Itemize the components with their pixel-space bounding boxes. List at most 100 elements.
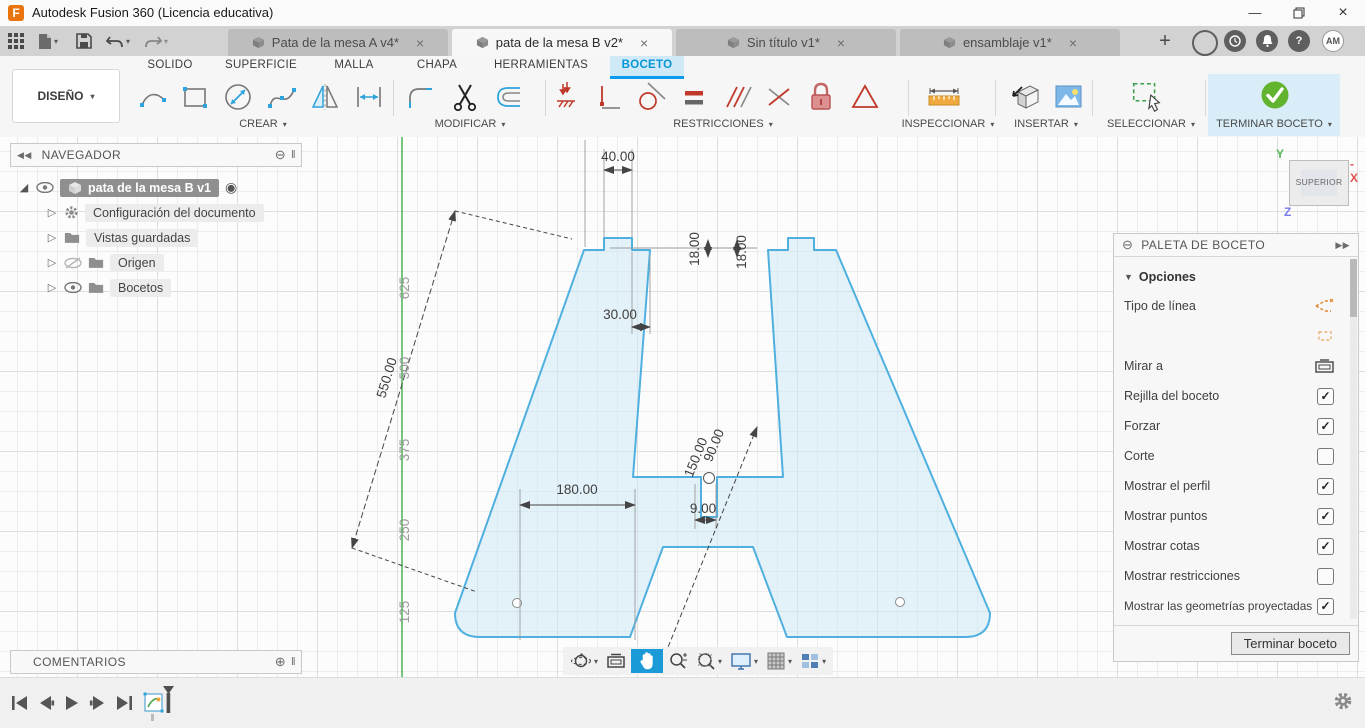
redo-button[interactable]: ▾	[144, 31, 168, 51]
clock-icon[interactable]	[1224, 30, 1246, 52]
group-label-terminar-boceto[interactable]: TERMINAR BOCETO ▾	[1208, 118, 1340, 134]
tab-close-icon[interactable]: ×	[416, 35, 424, 51]
job-status-icon[interactable]	[1192, 30, 1218, 56]
grid-settings-button[interactable]: ▾	[763, 649, 795, 673]
view-cube-face-label[interactable]: SUPERIOR	[1290, 177, 1348, 187]
sketch-point[interactable]	[703, 472, 715, 484]
finish-sketch-button[interactable]: Terminar boceto	[1230, 632, 1350, 655]
palette-scrollbar[interactable]	[1350, 259, 1357, 619]
visibility-eye-icon[interactable]	[64, 282, 82, 293]
document-tab-3[interactable]: Sin título v1* ×	[676, 29, 896, 56]
sketch-dimension-tool-icon[interactable]	[350, 78, 388, 116]
symmetry-constraint-icon[interactable]	[846, 78, 884, 116]
timeline-step-forward-button[interactable]	[86, 691, 110, 715]
display-settings-button[interactable]: ▾	[727, 649, 761, 673]
collapse-panel-icon[interactable]: ▶▶	[1335, 240, 1350, 251]
document-tab-1[interactable]: Pata de la mesa A v4* ×	[228, 29, 448, 56]
fix-constraint-icon[interactable]	[548, 78, 586, 116]
navigator-item-configuracion[interactable]: ▷ Configuración del documento	[10, 200, 302, 225]
geometrias-proyectadas-checkbox[interactable]: ✓	[1317, 597, 1334, 615]
rejilla-checkbox[interactable]: ✓	[1317, 387, 1334, 405]
workspace-selector-design[interactable]: DISEÑO ▾	[12, 69, 120, 123]
tab-close-icon[interactable]: ×	[1069, 35, 1077, 51]
equal-constraint-icon[interactable]	[675, 78, 713, 116]
ribbon-tab-malla[interactable]: MALLA	[314, 56, 394, 76]
mostrar-puntos-checkbox[interactable]: ✓	[1317, 507, 1334, 525]
help-icon[interactable]: ?	[1288, 30, 1310, 52]
visibility-eye-icon[interactable]	[36, 182, 54, 193]
panel-grip-icon[interactable]: ‖	[291, 149, 296, 161]
parallel-constraint-icon[interactable]	[717, 78, 755, 116]
expander-icon[interactable]: ▷	[46, 256, 58, 269]
new-tab-button[interactable]: +	[1152, 30, 1178, 54]
navigator-item-bocetos[interactable]: ▷ Bocetos	[10, 275, 302, 300]
activate-radio-icon[interactable]: ◉	[225, 179, 237, 196]
palette-section-opciones[interactable]: ▼ Opciones	[1124, 263, 1348, 291]
document-node[interactable]: pata de la mesa B v1	[60, 178, 219, 197]
modeling-canvas[interactable]: 40.00 18.00 18.00 30.00 550.00 180.00 15…	[0, 137, 1365, 677]
construction-shape-icon[interactable]	[1316, 328, 1334, 344]
app-grid-icon[interactable]	[8, 31, 25, 51]
look-at-icon[interactable]	[1315, 358, 1334, 374]
view-cube[interactable]: SUPERIOR Y -X Z	[1276, 147, 1358, 219]
corte-checkbox[interactable]	[1317, 447, 1334, 465]
circle-tool-icon[interactable]	[219, 78, 257, 116]
minimize-button[interactable]: —	[1233, 0, 1277, 26]
mostrar-cotas-checkbox[interactable]: ✓	[1317, 537, 1334, 555]
perpendicular-constraint-icon[interactable]	[760, 78, 798, 116]
navigator-root-row[interactable]: ◢ pata de la mesa B v1 ◉	[10, 175, 302, 200]
timeline-skip-start-button[interactable]	[8, 691, 32, 715]
notifications-bell-icon[interactable]	[1256, 30, 1278, 52]
navigator-item-origen[interactable]: ▷ Origen	[10, 250, 302, 275]
remove-panel-icon[interactable]: ⊖	[1122, 237, 1133, 253]
add-comment-icon[interactable]: ⊕	[275, 654, 286, 670]
root-expander-icon[interactable]: ◢	[18, 181, 30, 194]
mostrar-perfil-checkbox[interactable]: ✓	[1317, 477, 1334, 495]
canvas-image-icon[interactable]	[1049, 78, 1087, 116]
navigator-item-vistas[interactable]: ▷ Vistas guardadas	[10, 225, 302, 250]
scrollbar-thumb[interactable]	[1350, 259, 1357, 317]
timeline-play-button[interactable]	[60, 691, 84, 715]
ribbon-tab-solido[interactable]: SOLIDO	[132, 56, 208, 76]
linetype-icon[interactable]	[1314, 298, 1334, 314]
collapse-panel-icon[interactable]: ◀◀	[17, 150, 32, 161]
trim-tool-icon[interactable]	[446, 78, 484, 116]
offset-tool-icon[interactable]	[490, 78, 528, 116]
mirror-tool-icon[interactable]	[306, 78, 344, 116]
visibility-off-eye-icon[interactable]	[64, 256, 82, 269]
measure-tool-icon[interactable]	[925, 78, 963, 116]
timeline-sketch-feature[interactable]	[143, 684, 177, 725]
timeline-settings-gear-icon[interactable]	[1333, 691, 1353, 714]
group-label-seleccionar[interactable]: SELECCIONAR ▾	[1097, 118, 1205, 134]
remove-panel-icon[interactable]: ⊖	[275, 147, 286, 163]
tab-close-icon[interactable]: ×	[837, 35, 845, 51]
ribbon-tab-chapa[interactable]: CHAPA	[398, 56, 476, 76]
tangent-constraint-icon[interactable]	[632, 78, 670, 116]
undo-button[interactable]: ▾	[106, 31, 130, 51]
look-at-button[interactable]	[603, 649, 629, 673]
mostrar-restricciones-checkbox[interactable]	[1317, 567, 1334, 585]
line-tool-icon[interactable]	[134, 78, 172, 116]
horizontal-vertical-constraint-icon[interactable]	[590, 78, 628, 116]
expander-icon[interactable]: ▷	[46, 281, 58, 294]
save-button[interactable]	[76, 31, 92, 51]
select-marquee-icon[interactable]	[1128, 78, 1166, 116]
fillet-tool-icon[interactable]	[402, 78, 440, 116]
pan-button[interactable]	[631, 649, 664, 673]
ribbon-tab-herramientas[interactable]: HERRAMIENTAS	[480, 56, 602, 76]
palette-header[interactable]: ⊖ PALETA DE BOCETO ▶▶	[1114, 234, 1358, 257]
expander-icon[interactable]: ▷	[46, 231, 58, 244]
viewports-button[interactable]: ▾	[797, 649, 829, 673]
zoom-button[interactable]	[665, 649, 691, 673]
group-label-insertar[interactable]: INSERTAR ▾	[1000, 118, 1092, 134]
close-button[interactable]: ×	[1321, 0, 1365, 26]
finish-sketch-group[interactable]: TERMINAR BOCETO ▾	[1208, 74, 1340, 136]
ribbon-tab-boceto[interactable]: BOCETO	[610, 56, 684, 79]
restore-button[interactable]	[1277, 0, 1321, 26]
spline-tool-icon[interactable]	[263, 78, 301, 116]
timeline-step-back-button[interactable]	[34, 691, 58, 715]
comments-header[interactable]: COMENTARIOS ⊕ ‖	[10, 650, 302, 674]
file-menu-button[interactable]: ▾	[38, 31, 58, 51]
account-avatar[interactable]: AM	[1322, 30, 1344, 52]
group-label-modificar[interactable]: MODIFICAR ▾	[396, 118, 544, 134]
